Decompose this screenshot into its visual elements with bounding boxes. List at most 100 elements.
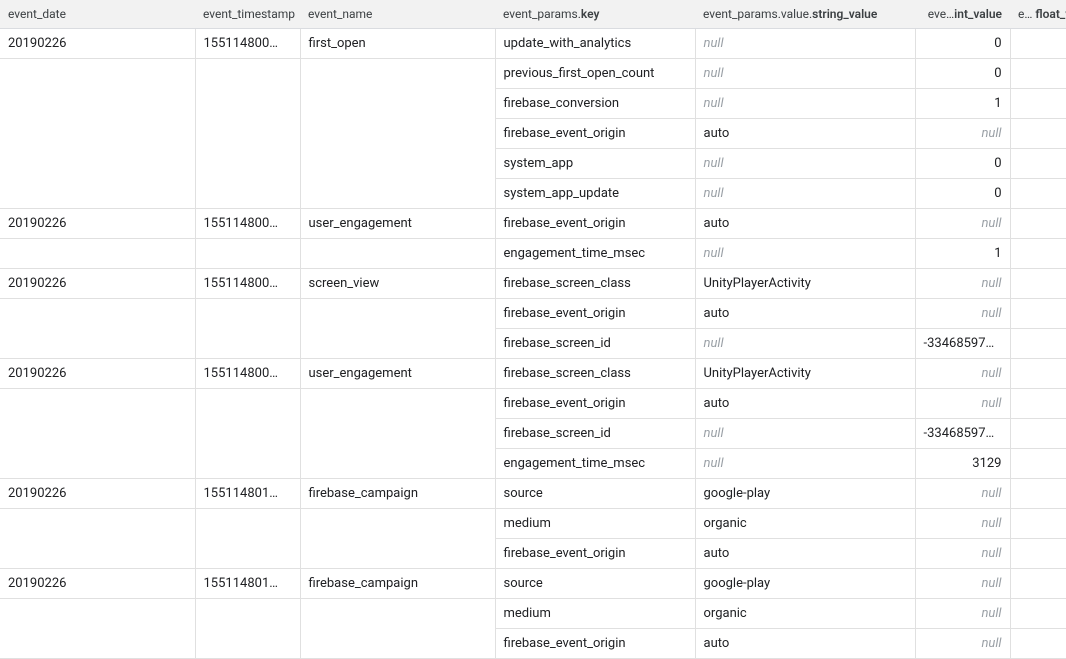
table-row[interactable]: previous_first_open_countnull0 bbox=[0, 59, 1066, 89]
cell-event-date bbox=[0, 179, 195, 209]
table-row[interactable]: firebase_event_originautonull bbox=[0, 539, 1066, 569]
cell-int-value: null bbox=[915, 389, 1010, 419]
cell-event-date bbox=[0, 299, 195, 329]
cell-float-value bbox=[1010, 179, 1066, 209]
table-row[interactable]: firebase_event_originautonull bbox=[0, 119, 1066, 149]
cell-event-date bbox=[0, 629, 195, 659]
cell-event-name bbox=[300, 179, 495, 209]
table-row[interactable]: firebase_screen_idnull-334685975… bbox=[0, 419, 1066, 449]
cell-param-key: update_with_analytics bbox=[495, 29, 695, 59]
cell-string-value: null bbox=[695, 239, 915, 269]
table-row[interactable]: firebase_event_originautonull bbox=[0, 629, 1066, 659]
col-header-event-params-key[interactable]: event_params.key bbox=[495, 0, 695, 29]
table-row[interactable]: firebase_conversionnull1 bbox=[0, 89, 1066, 119]
cell-string-value: null bbox=[695, 89, 915, 119]
cell-int-value: 0 bbox=[915, 59, 1010, 89]
cell-event-name bbox=[300, 419, 495, 449]
cell-int-value: null bbox=[915, 269, 1010, 299]
cell-event-name bbox=[300, 449, 495, 479]
cell-event-name bbox=[300, 539, 495, 569]
table-row[interactable]: system_app_updatenull0 bbox=[0, 179, 1066, 209]
cell-param-key: source bbox=[495, 479, 695, 509]
cell-float-value bbox=[1010, 569, 1066, 599]
cell-event-date bbox=[0, 329, 195, 359]
cell-event-name: user_engagement bbox=[300, 359, 495, 389]
cell-param-key: firebase_event_origin bbox=[495, 119, 695, 149]
cell-event-timestamp: 155114800… bbox=[195, 29, 300, 59]
cell-event-name bbox=[300, 329, 495, 359]
cell-event-name bbox=[300, 509, 495, 539]
cell-param-key: medium bbox=[495, 599, 695, 629]
cell-event-date: 20190226 bbox=[0, 209, 195, 239]
col-header-string-value[interactable]: event_params.value.string_value bbox=[695, 0, 915, 29]
table-row[interactable]: mediumorganicnull bbox=[0, 599, 1066, 629]
cell-event-timestamp: 155114800… bbox=[195, 359, 300, 389]
table-row[interactable]: 20190226155114801…firebase_campaignsourc… bbox=[0, 569, 1066, 599]
cell-event-date: 20190226 bbox=[0, 269, 195, 299]
cell-param-key: system_app_update bbox=[495, 179, 695, 209]
cell-string-value: null bbox=[695, 149, 915, 179]
cell-int-value: 0 bbox=[915, 179, 1010, 209]
cell-int-value: null bbox=[915, 599, 1010, 629]
table-row[interactable]: 20190226155114800…first_openupdate_with_… bbox=[0, 29, 1066, 59]
col-header-event-date[interactable]: event_date bbox=[0, 0, 195, 29]
cell-event-name bbox=[300, 59, 495, 89]
cell-event-timestamp: 155114800… bbox=[195, 209, 300, 239]
table-row[interactable]: 20190226155114800…user_engagementfirebas… bbox=[0, 209, 1066, 239]
cell-float-value bbox=[1010, 329, 1066, 359]
col-header-int-value[interactable]: eve…int_value bbox=[915, 0, 1010, 29]
cell-int-value: null bbox=[915, 209, 1010, 239]
col-header-float-value[interactable]: e… float_v bbox=[1010, 0, 1066, 29]
cell-string-value: UnityPlayerActivity bbox=[695, 269, 915, 299]
cell-event-name: first_open bbox=[300, 29, 495, 59]
cell-string-value: auto bbox=[695, 389, 915, 419]
cell-float-value bbox=[1010, 239, 1066, 269]
cell-float-value bbox=[1010, 539, 1066, 569]
cell-event-timestamp bbox=[195, 329, 300, 359]
cell-int-value: null bbox=[915, 299, 1010, 329]
cell-event-name bbox=[300, 599, 495, 629]
table-row[interactable]: 20190226155114800…user_engagementfirebas… bbox=[0, 359, 1066, 389]
cell-float-value bbox=[1010, 359, 1066, 389]
cell-param-key: firebase_event_origin bbox=[495, 539, 695, 569]
cell-float-value bbox=[1010, 479, 1066, 509]
table-row[interactable]: firebase_event_originautonull bbox=[0, 299, 1066, 329]
table-row[interactable]: mediumorganicnull bbox=[0, 509, 1066, 539]
cell-event-timestamp bbox=[195, 419, 300, 449]
cell-event-name: firebase_campaign bbox=[300, 479, 495, 509]
cell-float-value bbox=[1010, 509, 1066, 539]
cell-float-value bbox=[1010, 449, 1066, 479]
cell-param-key: firebase_screen_class bbox=[495, 359, 695, 389]
cell-event-name bbox=[300, 149, 495, 179]
cell-int-value: -334685975… bbox=[915, 329, 1010, 359]
cell-event-date bbox=[0, 239, 195, 269]
cell-event-date: 20190226 bbox=[0, 479, 195, 509]
cell-param-key: engagement_time_msec bbox=[495, 449, 695, 479]
cell-event-date: 20190226 bbox=[0, 359, 195, 389]
cell-int-value: null bbox=[915, 539, 1010, 569]
cell-int-value: null bbox=[915, 119, 1010, 149]
cell-event-name bbox=[300, 239, 495, 269]
cell-string-value: UnityPlayerActivity bbox=[695, 359, 915, 389]
cell-float-value bbox=[1010, 419, 1066, 449]
table-row[interactable]: firebase_event_originautonull bbox=[0, 389, 1066, 419]
table-row[interactable]: firebase_screen_idnull-334685975… bbox=[0, 329, 1066, 359]
table-row[interactable]: 20190226155114800…screen_viewfirebase_sc… bbox=[0, 269, 1066, 299]
cell-event-timestamp bbox=[195, 89, 300, 119]
col-header-event-name[interactable]: event_name bbox=[300, 0, 495, 29]
cell-event-timestamp bbox=[195, 149, 300, 179]
col-header-event-timestamp[interactable]: event_timestamp bbox=[195, 0, 300, 29]
table-row[interactable]: engagement_time_msecnull3129 bbox=[0, 449, 1066, 479]
cell-param-key: medium bbox=[495, 509, 695, 539]
cell-param-key: source bbox=[495, 569, 695, 599]
cell-param-key: engagement_time_msec bbox=[495, 239, 695, 269]
table-row[interactable]: system_appnull0 bbox=[0, 149, 1066, 179]
table-row[interactable]: engagement_time_msecnull1 bbox=[0, 239, 1066, 269]
cell-string-value: google-play bbox=[695, 479, 915, 509]
table-row[interactable]: 20190226155114801…firebase_campaignsourc… bbox=[0, 479, 1066, 509]
cell-string-value: auto bbox=[695, 209, 915, 239]
cell-string-value: organic bbox=[695, 509, 915, 539]
cell-event-date bbox=[0, 389, 195, 419]
cell-float-value bbox=[1010, 269, 1066, 299]
cell-float-value bbox=[1010, 299, 1066, 329]
